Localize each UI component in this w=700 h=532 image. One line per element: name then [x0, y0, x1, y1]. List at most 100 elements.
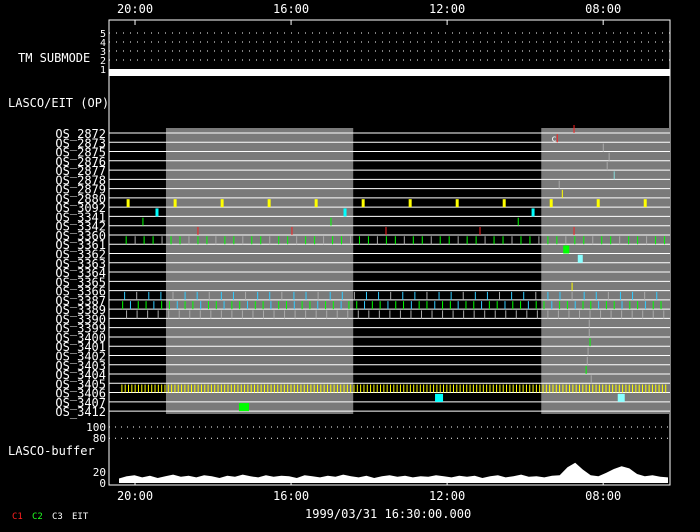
event-mark	[502, 384, 504, 393]
event-mark	[184, 301, 186, 310]
event-mark	[615, 384, 617, 393]
event-mark	[449, 384, 451, 393]
event-mark	[296, 236, 298, 245]
event-mark	[239, 301, 241, 310]
event-mark	[136, 291, 138, 300]
event-mark	[157, 384, 159, 393]
bottom-tick-label: 12:00	[429, 489, 465, 503]
event-mark	[549, 199, 553, 208]
event-mark	[301, 301, 303, 310]
event-mark	[442, 310, 444, 319]
event-mark	[582, 301, 584, 310]
event-mark	[512, 384, 514, 393]
event-mark	[578, 310, 580, 319]
event-mark	[582, 384, 584, 393]
event-mark	[412, 236, 414, 245]
event-mark	[416, 384, 418, 393]
top-tick-label: 12:00	[429, 2, 465, 16]
event-mark	[489, 384, 491, 393]
event-mark	[583, 236, 585, 245]
event-mark	[371, 301, 373, 310]
event-mark	[305, 310, 307, 319]
event-mark	[590, 375, 592, 384]
event-mark	[315, 310, 317, 319]
event-mark	[177, 384, 179, 393]
event-mark	[486, 384, 488, 393]
event-mark	[252, 310, 254, 319]
event-mark	[520, 236, 522, 245]
event-mark	[462, 384, 464, 393]
event-mark	[343, 384, 345, 393]
event-mark	[479, 384, 481, 393]
event-mark	[403, 301, 405, 310]
event-mark	[607, 291, 609, 300]
event-mark	[463, 310, 465, 319]
event-mark	[361, 199, 365, 208]
event-mark	[121, 384, 123, 393]
event-mark	[499, 384, 501, 393]
event-mark	[237, 384, 239, 393]
event-mark	[531, 208, 535, 217]
event-mark	[389, 310, 391, 319]
event-mark	[172, 291, 174, 300]
event-mark	[269, 236, 271, 245]
buffer-tick-label: 80	[93, 432, 106, 445]
event-mark	[565, 384, 567, 393]
event-mark	[341, 236, 343, 245]
event-mark	[559, 291, 561, 300]
event-mark	[588, 328, 590, 337]
event-mark	[486, 291, 488, 300]
event-mark	[568, 310, 570, 319]
event-mark	[658, 384, 660, 393]
event-mark	[572, 384, 574, 393]
event-mark	[220, 310, 222, 319]
event-mark	[124, 384, 126, 393]
event-mark	[547, 310, 549, 319]
event-mark	[601, 236, 603, 245]
event-mark	[141, 384, 143, 393]
event-mark	[619, 291, 621, 300]
event-mark	[323, 236, 325, 245]
event-mark	[457, 236, 459, 245]
event-mark	[210, 310, 212, 319]
event-mark	[638, 384, 640, 393]
event-mark	[459, 384, 461, 393]
event-mark	[562, 384, 564, 393]
event-mark	[330, 217, 332, 226]
event-mark	[602, 384, 604, 393]
event-mark	[592, 384, 594, 393]
row-label: OS_3412	[55, 405, 106, 419]
event-mark	[506, 384, 508, 393]
event-mark	[270, 301, 272, 310]
event-mark	[466, 236, 468, 245]
event-mark	[336, 310, 338, 319]
event-mark	[389, 384, 391, 393]
event-mark	[303, 384, 305, 393]
event-mark	[517, 217, 519, 226]
event-mark	[314, 236, 316, 245]
event-mark	[476, 384, 478, 393]
event-mark	[399, 384, 401, 393]
event-mark	[663, 310, 665, 319]
event-mark	[618, 384, 620, 393]
event-mark	[494, 310, 496, 319]
event-mark	[340, 384, 342, 393]
event-mark	[332, 236, 334, 245]
event-mark	[602, 143, 604, 152]
timeline-chart: 20:00 20:00 16:00 16:00 12:00 12:00 08:00 08:00…	[8, 2, 671, 522]
event-mark	[552, 384, 554, 393]
event-mark	[632, 384, 634, 393]
event-mark	[378, 310, 380, 319]
event-mark	[126, 199, 130, 208]
event-mark	[610, 310, 612, 319]
event-mark	[227, 384, 229, 393]
event-mark	[340, 301, 342, 310]
event-mark	[652, 301, 654, 310]
event-mark	[145, 301, 147, 310]
event-mark	[482, 384, 484, 393]
event-mark	[168, 310, 170, 319]
event-mark	[128, 384, 130, 393]
event-mark	[196, 291, 198, 300]
top-tick-label: 16:00	[273, 2, 309, 16]
event-mark	[637, 301, 639, 310]
